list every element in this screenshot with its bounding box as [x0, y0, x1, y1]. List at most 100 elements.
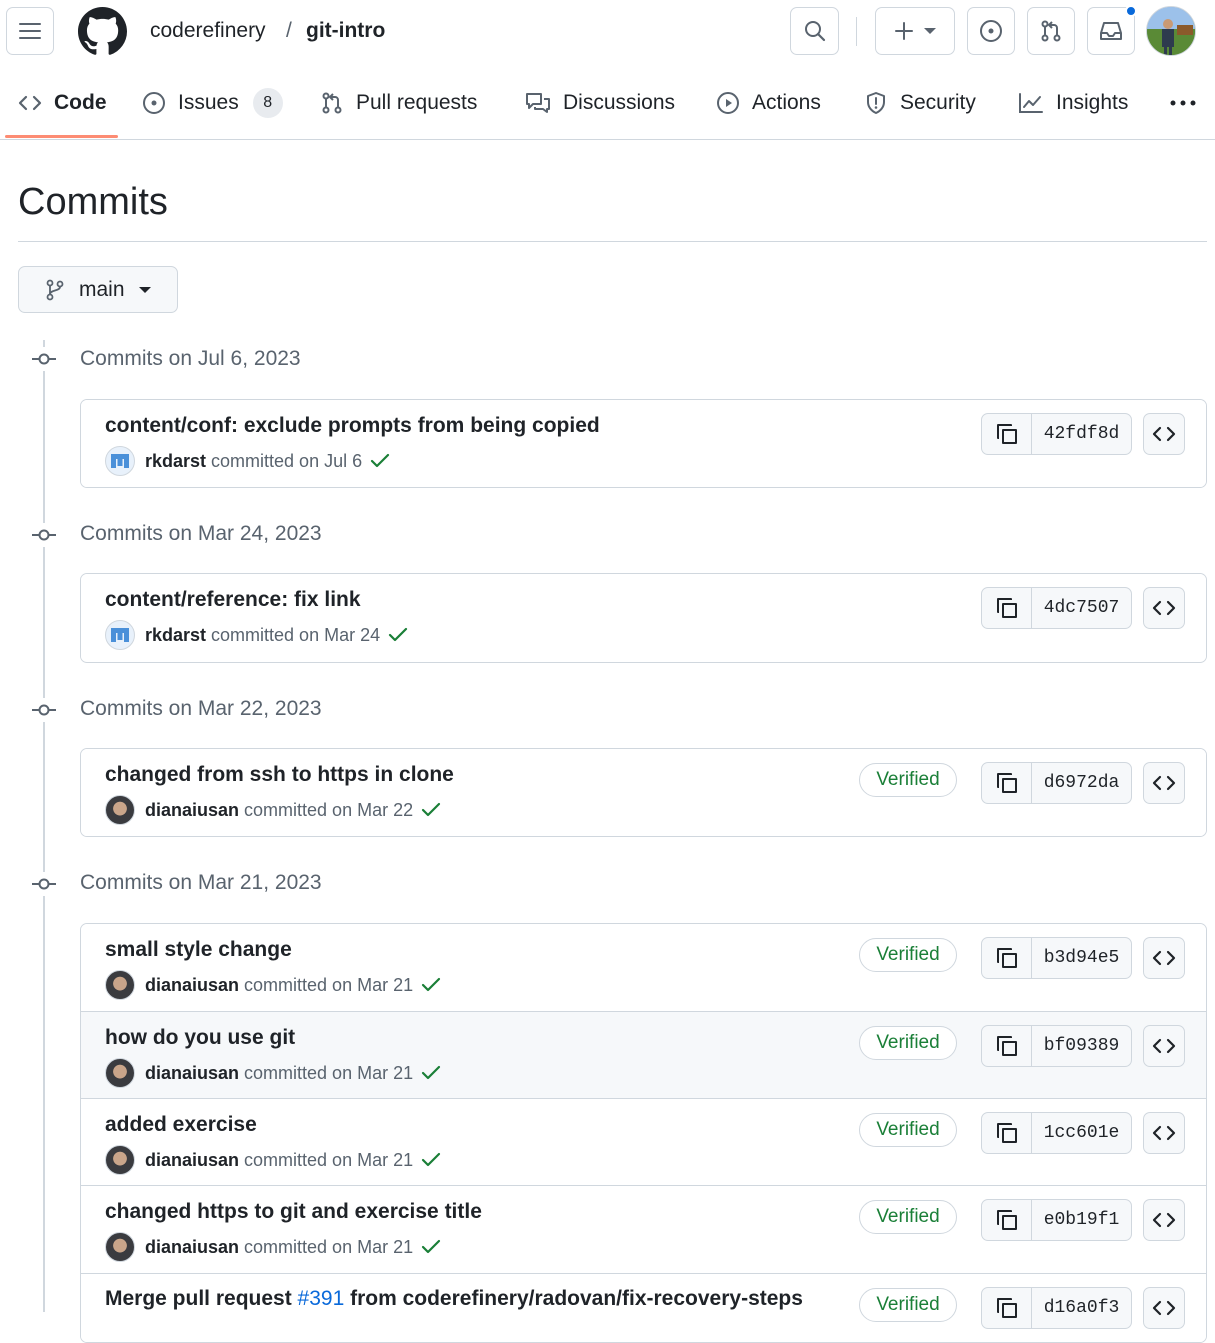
check-icon[interactable] [421, 1239, 441, 1255]
create-new-button[interactable] [875, 7, 955, 55]
commit-sha[interactable]: d6972da [1032, 763, 1131, 803]
commit-sha[interactable]: bf09389 [1032, 1026, 1131, 1066]
copy-sha-button[interactable] [982, 1288, 1032, 1328]
commit-meta: dianaiusan committed on Mar 22 [105, 795, 441, 825]
dianaiusan-avatar[interactable] [105, 1232, 135, 1262]
dianaiusan-avatar[interactable] [105, 795, 135, 825]
copy-sha-button[interactable] [982, 763, 1032, 803]
issues-count-badge: 8 [252, 88, 283, 118]
verified-badge[interactable]: Verified [859, 1200, 957, 1234]
git-commit-icon [32, 698, 56, 722]
check-icon[interactable] [421, 1152, 441, 1168]
commit-sha[interactable]: b3d94e5 [1032, 938, 1131, 978]
issue-opened-icon [142, 91, 166, 115]
verified-badge[interactable]: Verified [859, 1113, 957, 1147]
browse-repo-button[interactable] [1143, 587, 1185, 629]
rkdarst-avatar[interactable] [105, 620, 135, 650]
tab-issues[interactable]: Issues 8 [142, 86, 283, 120]
browse-repo-button[interactable] [1143, 1112, 1185, 1154]
commit-group-title: Commits on Mar 24, 2023 [80, 522, 322, 545]
verified-badge[interactable]: Verified [859, 1288, 957, 1322]
tab-security[interactable]: Security [864, 86, 976, 120]
commit-author[interactable]: dianaiusan [145, 800, 239, 821]
dianaiusan-avatar[interactable] [105, 1058, 135, 1088]
commit-message[interactable]: how do you use git [105, 1025, 295, 1051]
breadcrumb-repo[interactable]: git-intro [306, 18, 385, 44]
branch-selector-button[interactable]: main [18, 266, 178, 313]
tab-pull-requests[interactable]: Pull requests [320, 86, 477, 120]
global-header: coderefinery / git-intro [0, 0, 1215, 64]
issue-opened-icon [979, 19, 1003, 43]
hamburger-icon [19, 22, 41, 40]
commit-sha-group: bf09389 [981, 1025, 1132, 1067]
commit-message[interactable]: content/conf: exclude prompts from being… [105, 413, 600, 439]
title-divider [18, 241, 1207, 242]
commit-message[interactable]: content/reference: fix link [105, 587, 361, 613]
user-avatar[interactable] [1146, 6, 1196, 56]
commit-message[interactable]: changed https to git and exercise title [105, 1199, 482, 1225]
timeline-line [43, 340, 45, 1312]
browse-repo-button[interactable] [1143, 1199, 1185, 1241]
git-branch-icon [45, 279, 65, 301]
commit-message[interactable]: small style change [105, 937, 292, 963]
code-icon [1152, 948, 1176, 968]
dianaiusan-avatar[interactable] [105, 970, 135, 1000]
commit-message[interactable]: Merge pull request #391 from coderefiner… [105, 1286, 803, 1312]
commit-author[interactable]: rkdarst [145, 451, 206, 472]
more-tabs-button[interactable] [1169, 86, 1209, 120]
tab-code[interactable]: Code [18, 86, 107, 120]
commit-sha[interactable]: e0b19f1 [1032, 1200, 1131, 1240]
copy-sha-button[interactable] [982, 1200, 1032, 1240]
check-icon[interactable] [421, 1065, 441, 1081]
commit-group-title: Commits on Mar 22, 2023 [80, 697, 322, 720]
pull-request-link[interactable]: #391 [298, 1287, 345, 1310]
copy-sha-button[interactable] [982, 1026, 1032, 1066]
browse-repo-button[interactable] [1143, 1025, 1185, 1067]
commit-author[interactable]: dianaiusan [145, 1150, 239, 1171]
commit-author[interactable]: rkdarst [145, 625, 206, 646]
commit-sha[interactable]: 4dc7507 [1032, 588, 1131, 628]
commit-sha[interactable]: 1cc601e [1032, 1113, 1131, 1153]
issues-button[interactable] [967, 7, 1015, 55]
copy-icon [994, 1207, 1020, 1233]
github-logo-icon[interactable] [78, 7, 127, 56]
page-title: Commits [18, 181, 168, 223]
copy-sha-button[interactable] [982, 414, 1032, 454]
copy-sha-button[interactable] [982, 1113, 1032, 1153]
copy-sha-button[interactable] [982, 588, 1032, 628]
search-button[interactable] [790, 7, 839, 55]
copy-icon [994, 595, 1020, 621]
tab-actions[interactable]: Actions [716, 86, 821, 120]
verified-badge[interactable]: Verified [859, 763, 957, 797]
menu-button[interactable] [6, 7, 54, 55]
copy-icon [994, 1033, 1020, 1059]
verified-badge[interactable]: Verified [859, 1026, 957, 1060]
tab-actions-label: Actions [752, 91, 821, 114]
breadcrumb-owner[interactable]: coderefinery [150, 18, 266, 44]
check-icon[interactable] [388, 627, 408, 643]
browse-repo-button[interactable] [1143, 413, 1185, 455]
commit-author[interactable]: dianaiusan [145, 1063, 239, 1084]
verified-badge[interactable]: Verified [859, 938, 957, 972]
commit-sha[interactable]: d16a0f3 [1032, 1288, 1131, 1328]
triangle-down-icon [138, 286, 151, 294]
tab-discussions-label: Discussions [563, 91, 676, 114]
commit-author[interactable]: dianaiusan [145, 975, 239, 996]
commit-date: committed on Mar 21 [244, 1062, 414, 1083]
dianaiusan-avatar[interactable] [105, 1145, 135, 1175]
rkdarst-avatar[interactable] [105, 446, 135, 476]
browse-repo-button[interactable] [1143, 1287, 1185, 1329]
commit-message[interactable]: changed from ssh to https in clone [105, 762, 454, 788]
tab-insights[interactable]: Insights [1018, 86, 1128, 120]
browse-repo-button[interactable] [1143, 762, 1185, 804]
commit-author[interactable]: dianaiusan [145, 1237, 239, 1258]
copy-sha-button[interactable] [982, 938, 1032, 978]
tab-discussions[interactable]: Discussions [525, 86, 675, 120]
pull-requests-button[interactable] [1027, 7, 1075, 55]
commit-message[interactable]: added exercise [105, 1112, 257, 1138]
commit-sha[interactable]: 42fdf8d [1032, 414, 1131, 454]
browse-repo-button[interactable] [1143, 937, 1185, 979]
check-icon[interactable] [421, 977, 441, 993]
check-icon[interactable] [421, 802, 441, 818]
check-icon[interactable] [370, 453, 390, 469]
